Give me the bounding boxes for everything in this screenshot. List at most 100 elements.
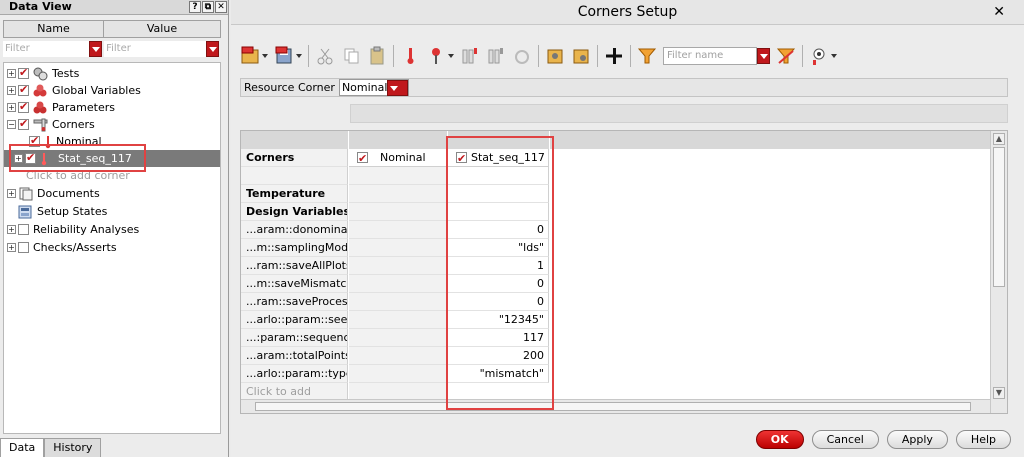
tree-item-label: Global Variables xyxy=(52,84,141,97)
filter-dropdown-icon[interactable] xyxy=(757,48,770,64)
corners-checkbox[interactable] xyxy=(18,117,29,130)
expand-icon[interactable]: + xyxy=(7,189,16,198)
nominal-cell[interactable] xyxy=(349,185,447,203)
toolbar: Filter name xyxy=(240,40,837,72)
corners-row-label: Corners xyxy=(241,149,348,167)
thermometer-icon[interactable] xyxy=(400,46,420,66)
collapse-icon[interactable]: − xyxy=(7,120,16,129)
global-variables-checkbox[interactable] xyxy=(18,83,29,96)
clear-filter-icon[interactable] xyxy=(776,46,796,66)
horizontal-scrollbar[interactable] xyxy=(241,399,990,413)
nominal-cell[interactable] xyxy=(349,329,447,347)
column-nominal-label: Nominal xyxy=(380,151,426,164)
nominal-column-checkbox[interactable] xyxy=(357,150,368,166)
tab-history[interactable]: History xyxy=(44,438,102,457)
add-parameter-icon[interactable] xyxy=(426,46,446,66)
chevron-down-icon[interactable] xyxy=(831,54,837,58)
row-label-param: ...arlo::param::seed xyxy=(241,311,348,329)
tree-item-reliability-analyses[interactable]: + Reliability Analyses xyxy=(7,221,223,238)
expand-icon[interactable]: + xyxy=(7,103,16,112)
info-strip xyxy=(350,104,1008,123)
name-filter[interactable]: Filter xyxy=(3,40,103,58)
parameters-icon xyxy=(33,101,48,115)
tree-item-global-variables[interactable]: + Global Variables xyxy=(7,82,223,99)
nominal-cell[interactable] xyxy=(349,347,447,365)
nominal-cell[interactable] xyxy=(349,257,447,275)
nominal-cell[interactable] xyxy=(349,311,447,329)
column-highlight-box xyxy=(446,136,554,410)
copy-icon[interactable] xyxy=(341,46,361,66)
remove-column-icon[interactable] xyxy=(486,46,506,66)
load-csv-icon[interactable] xyxy=(240,46,260,66)
value-filter-input[interactable]: Filter xyxy=(104,41,206,57)
dialog-titlebar: Corners Setup ✕ xyxy=(231,0,1024,25)
cancel-button[interactable]: Cancel xyxy=(811,430,879,449)
name-filter-dropdown-icon[interactable] xyxy=(89,41,103,57)
reliability-checkbox[interactable] xyxy=(18,224,29,235)
chevron-down-icon[interactable] xyxy=(262,54,268,58)
scroll-up-icon[interactable]: ▲ xyxy=(993,133,1005,145)
nominal-cell[interactable] xyxy=(349,203,447,221)
tree-item-setup-states[interactable]: Setup States xyxy=(18,203,234,220)
column-nominal-header[interactable]: Nominal xyxy=(349,149,447,167)
name-filter-input[interactable]: Filter xyxy=(3,41,90,57)
row-label-param: ...:param::sequence xyxy=(241,329,348,347)
value-filter-dropdown-icon[interactable] xyxy=(206,41,219,57)
toolbar-separator xyxy=(308,45,309,67)
vertical-scroll-thumb[interactable] xyxy=(993,147,1005,287)
nominal-cell[interactable] xyxy=(349,275,447,293)
ok-button[interactable]: OK xyxy=(755,430,804,449)
help-button[interactable]: Help xyxy=(955,430,1011,449)
vertical-scrollbar[interactable]: ▲ ▼ xyxy=(990,131,1007,413)
value-filter[interactable]: Filter xyxy=(104,40,219,58)
nominal-cell[interactable] xyxy=(349,365,447,383)
tab-data[interactable]: Data xyxy=(0,438,45,457)
filter-name-input[interactable]: Filter name xyxy=(663,47,757,65)
apply-button[interactable]: Apply xyxy=(886,430,948,449)
view-options-icon[interactable] xyxy=(809,46,829,66)
resource-corner-dropdown-icon[interactable] xyxy=(387,79,408,96)
resource-corner-select[interactable]: Nominal xyxy=(338,79,409,96)
export-icon[interactable] xyxy=(571,46,591,66)
tests-checkbox[interactable] xyxy=(18,66,29,79)
save-csv-icon[interactable] xyxy=(274,46,294,66)
expand-icon[interactable]: + xyxy=(7,69,16,78)
row-label-param: ...ram::saveProcess xyxy=(241,293,348,311)
help-button[interactable]: ? xyxy=(189,1,201,13)
tree-item-parameters[interactable]: + Parameters xyxy=(7,99,223,116)
tree-item-label: Documents xyxy=(37,187,100,200)
tree-item-tests[interactable]: + Tests xyxy=(7,65,223,82)
horizontal-scroll-thumb[interactable] xyxy=(255,402,971,411)
nominal-cell[interactable] xyxy=(349,239,447,257)
nominal-cell[interactable] xyxy=(349,221,447,239)
tree-item-corners[interactable]: − Corners xyxy=(7,116,223,133)
chevron-down-icon[interactable] xyxy=(296,54,302,58)
float-button[interactable]: ⧉ xyxy=(202,1,214,13)
tree-item-documents[interactable]: + Documents xyxy=(7,185,223,202)
nominal-cell[interactable] xyxy=(349,293,447,311)
corners-setup-dialog: Corners Setup ✕ Filter name Resource Cor… xyxy=(231,0,1024,457)
filter-icon[interactable] xyxy=(637,46,657,66)
expand-icon[interactable]: + xyxy=(7,243,16,252)
column-separator xyxy=(348,131,349,149)
data-view-tabs: Data History xyxy=(0,438,102,457)
checks-asserts-checkbox[interactable] xyxy=(18,242,29,253)
cut-icon[interactable] xyxy=(315,46,335,66)
import-icon[interactable] xyxy=(545,46,565,66)
resource-corner-value: Nominal xyxy=(341,81,388,94)
add-column-icon[interactable] xyxy=(460,46,480,66)
paste-icon[interactable] xyxy=(367,46,387,66)
expand-icon[interactable]: + xyxy=(7,86,16,95)
close-panel-button[interactable]: ✕ xyxy=(215,1,227,13)
add-corner-icon[interactable] xyxy=(604,46,624,66)
chevron-down-icon[interactable] xyxy=(448,54,454,58)
settings-disabled-icon[interactable] xyxy=(512,46,532,66)
scroll-down-icon[interactable]: ▼ xyxy=(993,387,1005,399)
toolbar-separator xyxy=(393,45,394,67)
value-column-header[interactable]: Value xyxy=(104,21,220,37)
parameters-checkbox[interactable] xyxy=(18,100,29,113)
tree-item-checks-asserts[interactable]: + Checks/Asserts xyxy=(7,239,223,256)
expand-icon[interactable]: + xyxy=(7,225,16,234)
close-icon[interactable]: ✕ xyxy=(993,4,1005,20)
name-column-header[interactable]: Name xyxy=(4,21,104,37)
